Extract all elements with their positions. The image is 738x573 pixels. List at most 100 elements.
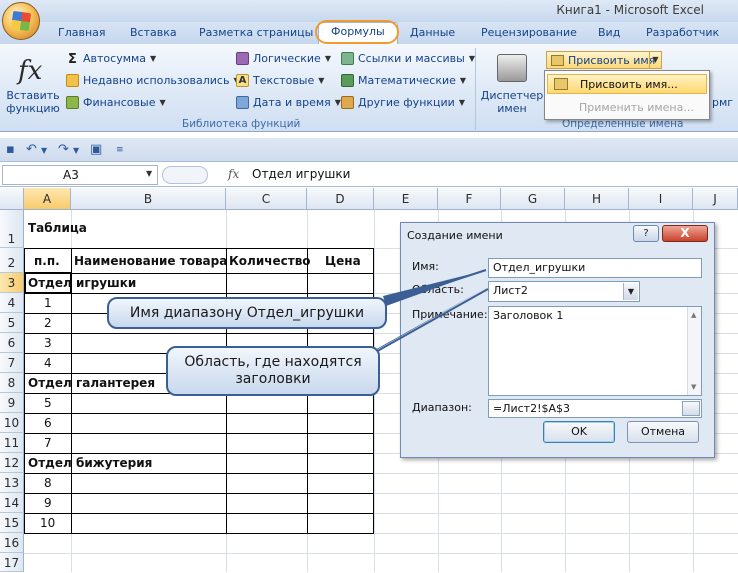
section-haberdashery: Отдел галантерея xyxy=(28,376,156,390)
row-header-15[interactable]: 15 xyxy=(0,513,24,533)
row-header-16[interactable]: 16 xyxy=(0,533,24,553)
row-header-10[interactable]: 10 xyxy=(0,413,24,433)
menu-item-assign-name[interactable]: Присвоить имя... xyxy=(547,74,707,94)
column-header-e[interactable]: E xyxy=(374,188,438,210)
chevron-down-icon[interactable]: ▼ xyxy=(41,146,47,155)
column-header-a[interactable]: A xyxy=(24,188,71,210)
row-header-2[interactable]: 2 xyxy=(0,248,24,273)
column-header-d[interactable]: D xyxy=(307,188,374,210)
insert-function-icon[interactable]: fx xyxy=(18,56,42,86)
column-header-b[interactable]: B xyxy=(71,188,226,210)
help-button[interactable]: ? xyxy=(633,225,659,242)
column-header-f[interactable]: F xyxy=(438,188,501,210)
chevron-down-icon: ▼ xyxy=(318,76,325,85)
select-all-corner[interactable] xyxy=(0,188,24,210)
customize-toolbar-icon[interactable]: ≡ xyxy=(116,145,124,155)
save-icon[interactable]: ▪ xyxy=(6,142,15,157)
row-num-4: 4 xyxy=(44,356,52,370)
scroll-down-icon[interactable]: ▼ xyxy=(691,383,696,391)
comment-scrollbar[interactable]: ▲ ▼ xyxy=(687,307,701,395)
row-header-13[interactable]: 13 xyxy=(0,473,24,493)
scope-select[interactable]: Лист2 ▼ xyxy=(488,281,640,302)
lookup-label: Ссылки и массивы xyxy=(358,52,465,65)
cancel-button[interactable]: Отмена xyxy=(627,421,699,443)
datetime-button[interactable]: Дата и время ▼ xyxy=(236,96,341,109)
column-header-c[interactable]: C xyxy=(226,188,307,210)
row-header-6[interactable]: 6 xyxy=(0,333,24,353)
close-button[interactable]: X xyxy=(662,225,708,242)
chevron-down-icon[interactable]: ▼ xyxy=(649,52,661,68)
row-header-7[interactable]: 7 xyxy=(0,353,24,373)
column-header-g[interactable]: G xyxy=(501,188,565,210)
name-manager-button[interactable]: Диспетчер имен xyxy=(480,89,544,115)
table-border xyxy=(24,273,374,274)
text-button[interactable]: A Текстовые ▼ xyxy=(236,74,324,87)
tab-insert[interactable]: Вставка xyxy=(130,26,177,39)
row-num-2: 2 xyxy=(44,316,52,330)
assign-name-button[interactable]: Присвоить имя ▼ xyxy=(546,51,662,69)
row-header-12[interactable]: 12 xyxy=(0,453,24,473)
financial-button[interactable]: Финансовые ▼ xyxy=(66,96,166,109)
row-header-14[interactable]: 14 xyxy=(0,493,24,513)
row-header-17[interactable]: 17 xyxy=(0,553,24,572)
tab-developer[interactable]: Разработчик xyxy=(646,26,719,39)
scope-label: Область: xyxy=(412,283,464,296)
tab-view[interactable]: Вид xyxy=(598,26,620,39)
name-tag-icon xyxy=(551,54,564,66)
collapse-range-icon[interactable] xyxy=(682,401,700,416)
name-box[interactable]: A3 xyxy=(2,165,158,185)
name-manager-icon[interactable] xyxy=(497,54,527,82)
assign-name-dropdown: Присвоить имя... Применить имена... xyxy=(544,70,710,120)
tab-review[interactable]: Рецензирование xyxy=(481,26,577,39)
recent-functions-button[interactable]: Недавно использовались ▼ xyxy=(66,74,240,87)
column-header-j[interactable]: J xyxy=(693,188,738,210)
table-border xyxy=(24,413,374,414)
tab-home[interactable]: Главная xyxy=(58,26,106,39)
table-border xyxy=(24,473,374,474)
function-library-group-label: Библиотека функций xyxy=(182,118,301,130)
callout-range-name-text: Имя диапазону Отдел_игрушки xyxy=(129,304,365,321)
undo-icon[interactable]: ↶ xyxy=(26,142,37,157)
title-bar: Книга1 - Microsoft Excel xyxy=(0,0,738,22)
chevron-down-icon[interactable]: ▼ xyxy=(146,169,152,178)
name-field[interactable]: Отдел_игрушки xyxy=(488,258,702,278)
chevron-down-icon[interactable]: ▼ xyxy=(73,146,79,155)
formula-bar-resize[interactable] xyxy=(162,166,208,184)
star-icon xyxy=(66,74,79,87)
row-num-10: 10 xyxy=(40,516,56,530)
header-qty: Количество xyxy=(229,254,311,268)
tab-page-layout[interactable]: Разметка страницы xyxy=(199,26,313,39)
row-header-5[interactable]: 5 xyxy=(0,313,24,333)
row-header-3[interactable]: 3 xyxy=(0,273,24,293)
logical-button[interactable]: Логические ▼ xyxy=(236,52,331,65)
row-header-4[interactable]: 4 xyxy=(0,293,24,313)
other-functions-button[interactable]: Другие функции ▼ xyxy=(341,96,465,109)
create-name-dialog: Создание имени ? X Имя: Отдел_игрушки Об… xyxy=(400,222,715,458)
insert-function-button[interactable]: Вставить функцию xyxy=(6,89,60,115)
print-preview-icon[interactable]: ▣ xyxy=(90,142,102,157)
row-num-8: 8 xyxy=(44,476,52,490)
insert-function-fx-icon[interactable]: fx xyxy=(228,167,239,181)
row-header-1[interactable]: 1 xyxy=(0,210,24,248)
lookup-button[interactable]: Ссылки и массивы ▼ xyxy=(341,52,475,65)
chevron-down-icon: ▼ xyxy=(334,98,341,107)
chevron-down-icon: ▼ xyxy=(150,54,157,63)
comment-field[interactable]: Заголовок 1 ▲ ▼ xyxy=(488,306,702,396)
office-button[interactable] xyxy=(2,2,40,40)
math-button[interactable]: Математические ▼ xyxy=(341,74,466,87)
tab-data[interactable]: Данные xyxy=(410,26,455,39)
row-header-9[interactable]: 9 xyxy=(0,393,24,413)
column-header-h[interactable]: H xyxy=(565,188,629,210)
callout-scope: Область, где находятся заголовки xyxy=(166,346,380,396)
chevron-down-icon[interactable]: ▼ xyxy=(623,283,638,300)
formula-bar-value[interactable]: Отдел игрушки xyxy=(252,167,350,181)
row-header-8[interactable]: 8 xyxy=(0,373,24,393)
row-header-11[interactable]: 11 xyxy=(0,433,24,453)
redo-icon[interactable]: ↷ xyxy=(58,142,69,157)
autosum-button[interactable]: Σ Автосумма ▼ xyxy=(66,52,157,67)
scroll-up-icon[interactable]: ▲ xyxy=(691,311,696,319)
section-toys: Отдел игрушки xyxy=(28,276,137,290)
range-field[interactable]: =Лист2!$A$3 xyxy=(488,399,702,418)
column-header-i[interactable]: I xyxy=(629,188,693,210)
ok-button[interactable]: OK xyxy=(543,421,615,443)
